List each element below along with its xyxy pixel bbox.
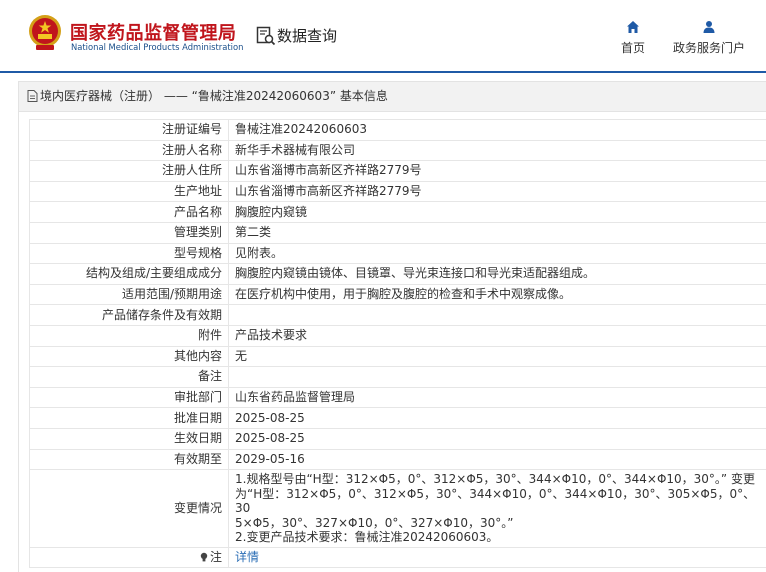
field-label: 生产地址 bbox=[29, 180, 229, 203]
field-value: 产品技术要求 bbox=[228, 324, 766, 347]
document-icon bbox=[27, 90, 38, 102]
table-row: 型号规格 见附表。 bbox=[29, 242, 766, 265]
table-row: 批准日期 2025-08-25 bbox=[29, 407, 766, 429]
field-value: 见附表。 bbox=[228, 242, 766, 265]
field-value: 胸腹腔内窥镜由镜体、目镜罩、导光束连接口和导光束适配器组成。 bbox=[228, 263, 766, 285]
field-value bbox=[228, 304, 766, 326]
change-line: 2.变更产品技术要求：鲁械注准20242060603。 bbox=[235, 530, 499, 545]
change-label: 变更情况 bbox=[29, 469, 229, 548]
table-row: 其他内容无 bbox=[29, 345, 766, 368]
search-document-icon bbox=[256, 26, 276, 46]
field-value: 山东省淄博市高新区齐祥路2779号 bbox=[228, 180, 766, 203]
home-icon bbox=[627, 21, 639, 33]
field-label: 注册人名称 bbox=[29, 139, 229, 162]
field-value: 2025-08-25 bbox=[228, 407, 766, 429]
national-emblem-icon bbox=[29, 15, 61, 50]
detail-panel: 境内医疗器械（注册） —— “鲁械注准20242060603” 基本信息 注册证… bbox=[18, 81, 766, 572]
table-row: 附件 产品技术要求 bbox=[29, 324, 766, 347]
change-line: 5×Φ5，30°、327×Φ10，0°、327×Φ10，30°。” bbox=[235, 515, 514, 530]
change-value: 1.规格型号由“H型：312×Φ5，0°、312×Φ5，30°、344×Φ10，… bbox=[228, 469, 766, 548]
field-label: 备注 bbox=[29, 366, 229, 388]
table-row-note: 注详情 bbox=[29, 546, 766, 569]
field-label: 结构及组成/主要组成成分 bbox=[29, 263, 229, 285]
org-name-en: National Medical Products Administration bbox=[71, 42, 244, 52]
field-label: 其他内容 bbox=[29, 345, 229, 368]
header-divider bbox=[0, 71, 766, 73]
field-value: 无 bbox=[228, 345, 766, 368]
note-label: 注 bbox=[209, 549, 222, 564]
field-value: 山东省药品监督管理局 bbox=[228, 386, 766, 409]
table-row: 结构及组成/主要组成成分 胸腹腔内窥镜由镜体、目镜罩、导光束连接口和导光束适配器组… bbox=[29, 263, 766, 285]
field-label: 审批部门 bbox=[29, 386, 229, 409]
field-value: 在医疗机构中使用，用于胸腔及腹腔的检查和手术中观察成像。 bbox=[228, 283, 766, 306]
table-row: 产品名称 胸腹腔内窥镜 bbox=[29, 201, 766, 223]
table-row: 产品储存条件及有效期 bbox=[29, 304, 766, 326]
field-label: 管理类别 bbox=[29, 221, 229, 244]
field-value: 新华手术器械有限公司 bbox=[228, 139, 766, 162]
field-label: 有效期至 bbox=[29, 448, 229, 471]
table-row: 适用范围/预期用途 在医疗机构中使用，用于胸腔及腹腔的检查和手术中观察成像。 bbox=[29, 283, 766, 306]
field-label: 产品名称 bbox=[29, 201, 229, 223]
field-label: 产品储存条件及有效期 bbox=[29, 304, 229, 326]
table-row: 生效日期 2025-08-25 bbox=[29, 427, 766, 450]
field-label: 适用范围/预期用途 bbox=[29, 283, 229, 306]
table-row: 注册证编号 鲁械注准20242060603 bbox=[29, 119, 766, 141]
field-label: 注册人住所 bbox=[29, 160, 229, 182]
table-row: 注册人住所 山东省淄博市高新区齐祥路2779号 bbox=[29, 160, 766, 182]
details-link[interactable]: 详情 bbox=[235, 550, 259, 564]
lightbulb-icon bbox=[200, 552, 208, 562]
change-line: 为“H型：312×Φ5，0°、312×Φ5，30°、344×Φ10，0°、344… bbox=[235, 486, 756, 516]
table-row: 审批部门 山东省药品监督管理局 bbox=[29, 386, 766, 409]
table-row: 生产地址 山东省淄博市高新区齐祥路2779号 bbox=[29, 180, 766, 203]
field-label: 注册证编号 bbox=[29, 119, 229, 141]
nav-home[interactable]: 首页 bbox=[617, 20, 649, 56]
table-row-change: 变更情况 1.规格型号由“H型：312×Φ5，0°、312×Φ5，30°、344×… bbox=[29, 469, 766, 548]
field-value: 2025-08-25 bbox=[228, 427, 766, 450]
field-label: 型号规格 bbox=[29, 242, 229, 265]
field-label: 批准日期 bbox=[29, 407, 229, 429]
user-icon bbox=[703, 21, 715, 33]
change-line: 1.规格型号由“H型：312×Φ5，0°、312×Φ5，30°、344×Φ10，… bbox=[235, 472, 755, 487]
nav-home-label: 首页 bbox=[620, 41, 645, 55]
table-row: 管理类别 第二类 bbox=[29, 221, 766, 244]
field-label: 附件 bbox=[29, 324, 229, 347]
site-header: 国家药品监督管理局 National Medical Products Admi… bbox=[0, 0, 766, 70]
page-section-title: 数据查询 bbox=[277, 27, 338, 45]
table-row: 注册人名称 新华手术器械有限公司 bbox=[29, 139, 766, 162]
field-value: 鲁械注准20242060603 bbox=[228, 119, 766, 141]
field-value bbox=[228, 366, 766, 388]
note-value-cell: 详情 bbox=[228, 546, 766, 569]
panel-header: 境内医疗器械（注册） —— “鲁械注准20242060603” 基本信息 bbox=[19, 82, 766, 112]
note-label-cell: 注 bbox=[29, 546, 229, 569]
field-label: 生效日期 bbox=[29, 427, 229, 450]
panel-title: 境内医疗器械（注册） —— “鲁械注准20242060603” 基本信息 bbox=[40, 89, 388, 103]
nav-service-portal[interactable]: 政务服务门户 bbox=[668, 20, 750, 56]
registration-info-table: 注册证编号 鲁械注准20242060603 注册人名称 新华手术器械有限公司 注册人住所… bbox=[29, 119, 766, 569]
nav-service-label: 政务服务门户 bbox=[672, 41, 745, 55]
field-value: 2029-05-16 bbox=[228, 448, 766, 471]
field-value: 胸腹腔内窥镜 bbox=[228, 201, 766, 223]
table-row: 有效期至 2029-05-16 bbox=[29, 448, 766, 471]
field-value: 第二类 bbox=[228, 221, 766, 244]
field-value: 山东省淄博市高新区齐祥路2779号 bbox=[228, 160, 766, 182]
table-row: 备注 bbox=[29, 366, 766, 388]
